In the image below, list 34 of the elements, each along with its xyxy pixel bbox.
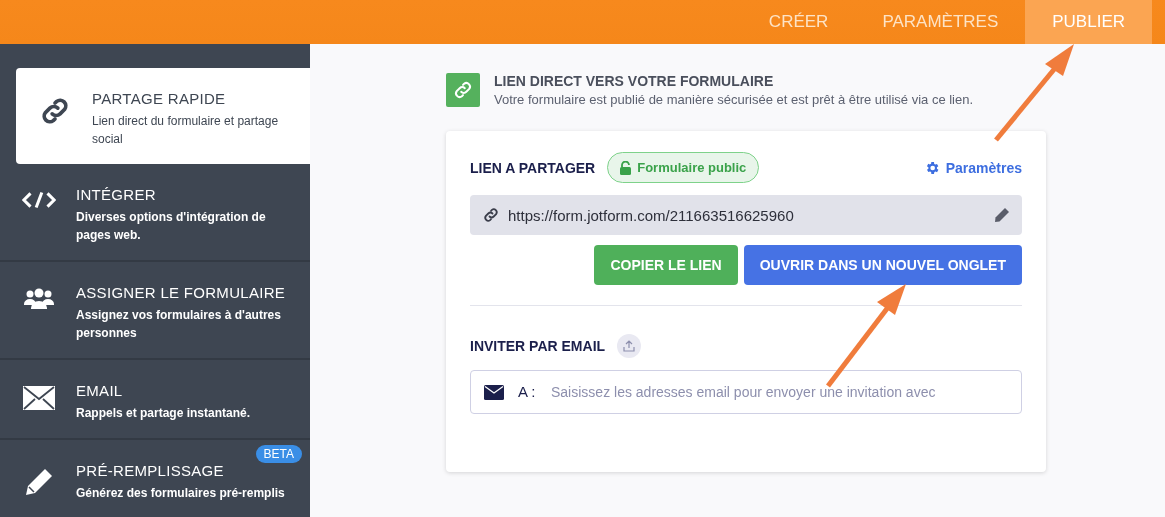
- item-title: PRÉ-REMPLISSAGE: [76, 462, 225, 479]
- public-badge: Formulaire public: [607, 152, 760, 183]
- beta-badge: BETA: [255, 445, 302, 463]
- item-description: Rappels et partage instantané.: [76, 405, 251, 422]
- item-title: EMAIL: [76, 382, 124, 399]
- invite-label: INVITER PAR EMAIL: [470, 338, 606, 354]
- item-title: ASSIGNER LE FORMULAIRE: [76, 284, 287, 301]
- settings-link[interactable]: Paramètres: [923, 159, 1022, 176]
- users-icon: [23, 288, 55, 310]
- sidebar-item[interactable]: ASSIGNER LE FORMULAIRE Assignez vos formulaires à d'autres personnes: [0, 262, 310, 360]
- envelope-icon: [23, 386, 55, 410]
- lock-icon: [620, 160, 632, 175]
- pencil-icon[interactable]: [994, 207, 1010, 223]
- pencil-icon: [23, 466, 55, 498]
- link-icon: [446, 73, 480, 107]
- open-button[interactable]: OUVRIR DANS UN NOUVEL ONGLET: [743, 245, 1022, 285]
- sidebar-item[interactable]: EMAIL Rappels et partage instantané.: [0, 360, 310, 440]
- item-title: INTÉGRER: [76, 186, 157, 203]
- sidebar-item[interactable]: BETA PRÉ-REMPLISSAGE Générez des formulaires pré-remplis: [0, 440, 310, 517]
- sidebar-item[interactable]: INTÉGRER Diverses options d'intégration de pages web.: [0, 164, 310, 262]
- item-description: Générez des formulaires pré-remplis: [76, 485, 285, 502]
- share-label: LIEN A PARTAGER: [470, 159, 596, 176]
- code-icon: [22, 190, 56, 210]
- item-description: Lien direct du formulaire et partage social: [92, 113, 280, 148]
- link-icon: [482, 206, 500, 224]
- section-heading: LIEN DIRECT VERS VOTRE FORMULAIRE: [494, 73, 775, 89]
- section-subtitle: Votre formulaire est publié de manière sécurisée et est prêt à être utilisé via ce lien.: [494, 92, 974, 107]
- item-description: Diverses options d'intégration de pages web.: [76, 209, 267, 244]
- to-label: A :: [518, 383, 536, 400]
- sidebar-item[interactable]: PARTAGE RAPIDE Lien direct du formulaire et partage social: [16, 68, 310, 164]
- item-description: Assignez vos formulaires à d'autres personnes: [76, 307, 282, 342]
- url-text: https://form.jotform.com/211663516625960: [508, 206, 794, 224]
- item-title: PARTAGE RAPIDE: [92, 90, 227, 107]
- url-field[interactable]: https://form.jotform.com/211663516625960: [470, 195, 1022, 235]
